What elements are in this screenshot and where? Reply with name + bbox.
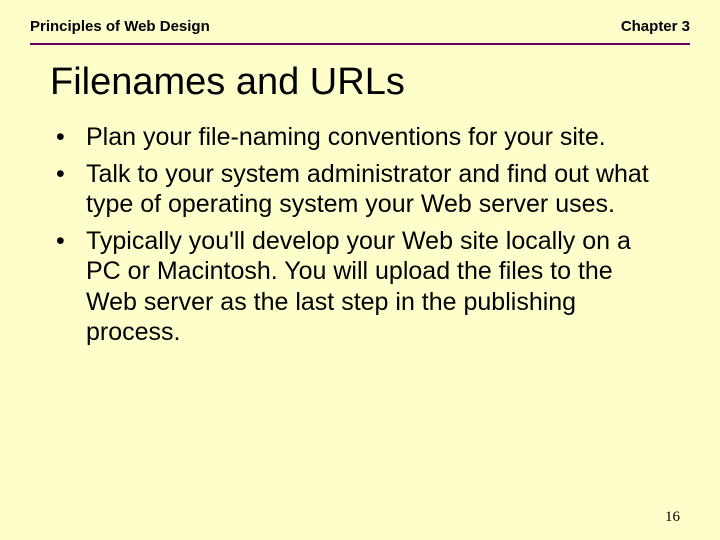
list-item: • Plan your file-naming conventions for … <box>50 122 670 153</box>
bullet-text: Talk to your system administrator and fi… <box>86 159 670 220</box>
bullet-icon: • <box>50 159 86 190</box>
slide-header: Principles of Web Design Chapter 3 <box>0 0 720 43</box>
bullet-list: • Plan your file-naming conventions for … <box>0 122 720 348</box>
bullet-icon: • <box>50 122 86 153</box>
list-item: • Typically you'll develop your Web site… <box>50 226 670 348</box>
header-left: Principles of Web Design <box>30 18 210 35</box>
bullet-icon: • <box>50 226 86 257</box>
page-number: 16 <box>665 509 680 526</box>
header-right: Chapter 3 <box>621 18 690 35</box>
list-item: • Talk to your system administrator and … <box>50 159 670 220</box>
bullet-text: Plan your file-naming conventions for yo… <box>86 122 670 153</box>
slide-title: Filenames and URLs <box>0 45 720 122</box>
bullet-text: Typically you'll develop your Web site l… <box>86 226 670 348</box>
